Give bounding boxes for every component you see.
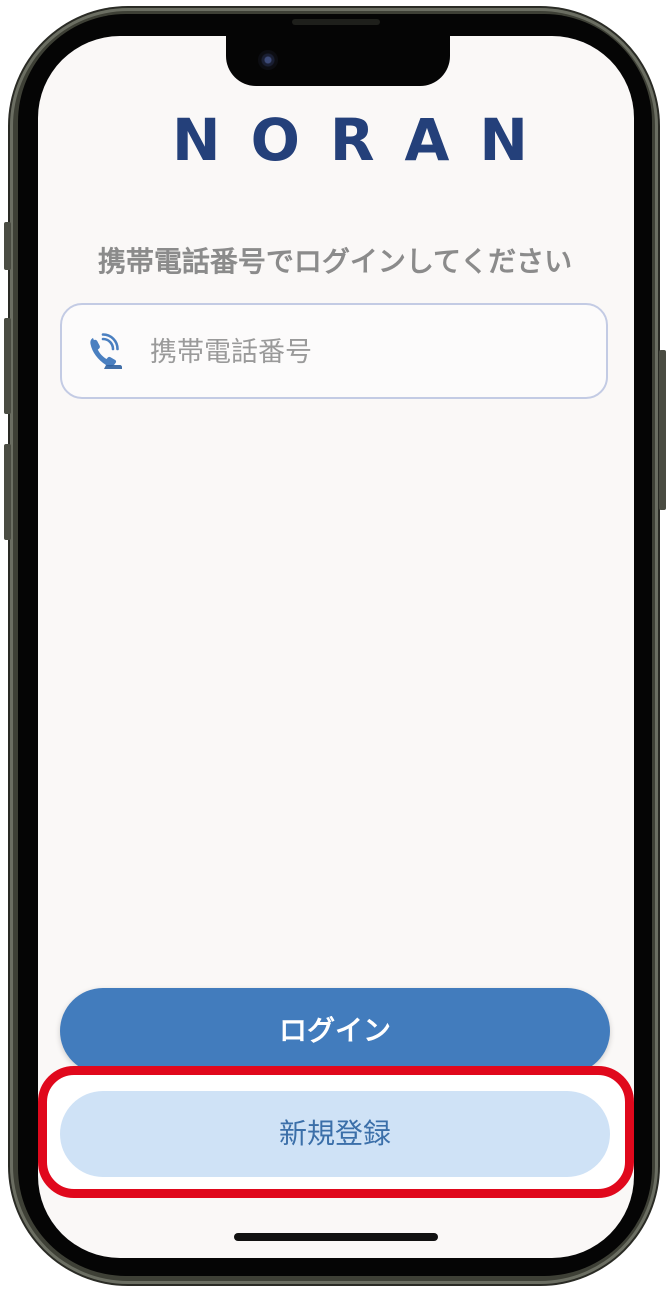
phone-icon: [86, 333, 126, 373]
home-indicator[interactable]: [234, 1233, 438, 1241]
earpiece-speaker: [292, 19, 380, 25]
volume-down-button: [4, 444, 11, 540]
power-button: [659, 350, 666, 510]
login-button[interactable]: ログイン: [60, 988, 610, 1074]
register-button[interactable]: 新規登録: [60, 1091, 610, 1177]
volume-up-button: [4, 318, 11, 414]
app-logo: NORAN: [172, 106, 558, 174]
phone-number-input[interactable]: [148, 305, 592, 399]
front-camera: [258, 50, 278, 70]
phone-number-field[interactable]: [60, 303, 608, 399]
login-prompt: 携帯電話番号でログインしてください: [97, 245, 573, 278]
